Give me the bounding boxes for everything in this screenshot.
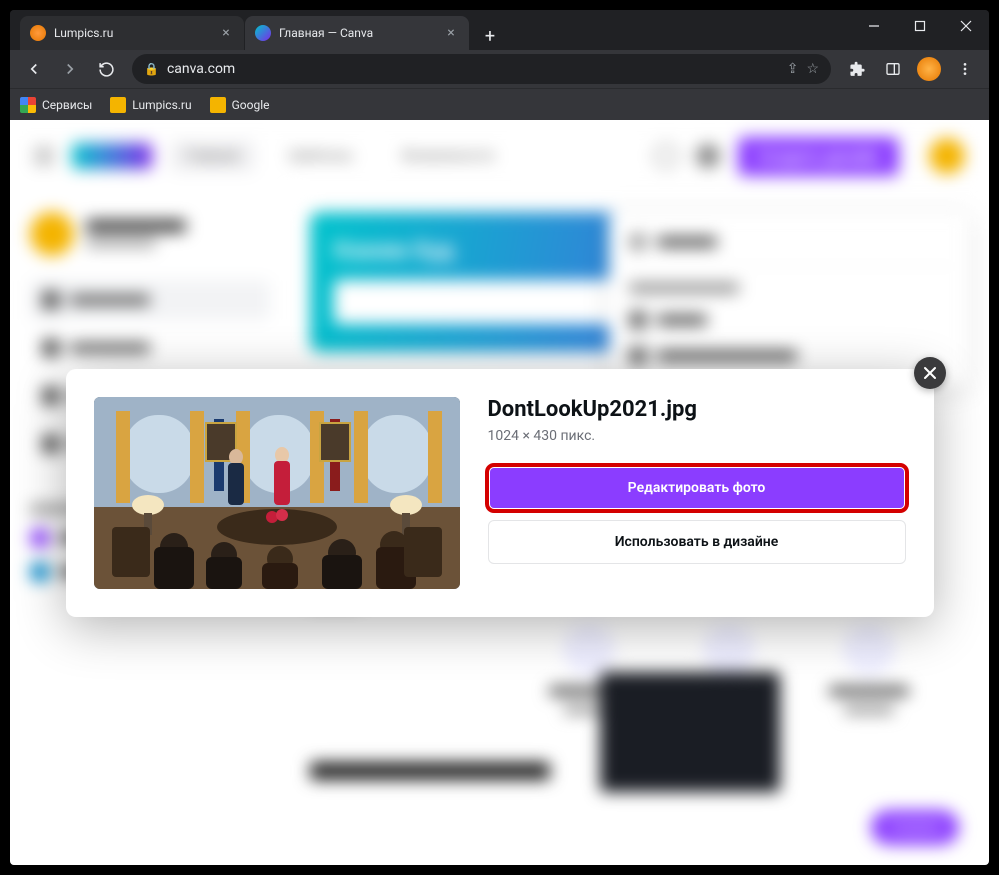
favicon-canva xyxy=(255,25,271,41)
back-button[interactable] xyxy=(18,53,50,85)
bookmark-services[interactable]: Сервисы xyxy=(20,97,92,113)
profile-avatar[interactable] xyxy=(913,53,945,85)
tab-strip: Lumpics.ru × Главная — Canva × + xyxy=(10,10,851,50)
lock-icon: 🔒 xyxy=(144,62,159,76)
modal-overlay: DontLookUp2021.jpg 1024 × 430 пикс. Реда… xyxy=(10,120,989,865)
modal-close-button[interactable] xyxy=(914,357,946,389)
reload-button[interactable] xyxy=(90,53,122,85)
browser-titlebar: Lumpics.ru × Главная — Canva × + xyxy=(10,10,989,50)
folder-icon xyxy=(210,97,226,113)
file-name: DontLookUp2021.jpg xyxy=(488,397,906,422)
bookmark-star-icon[interactable]: ☆ xyxy=(806,61,819,77)
tab-title: Главная — Canva xyxy=(279,26,443,40)
folder-icon xyxy=(110,97,126,113)
window-close-button[interactable] xyxy=(943,10,989,42)
edit-photo-button[interactable]: Редактировать фото xyxy=(488,466,906,510)
bookmark-label: Lumpics.ru xyxy=(132,98,191,112)
browser-toolbar: 🔒 canva.com ⇪ ☆ xyxy=(10,50,989,88)
tab-title: Lumpics.ru xyxy=(54,26,218,40)
tab-lumpics[interactable]: Lumpics.ru × xyxy=(20,16,244,50)
new-tab-button[interactable]: + xyxy=(476,22,504,50)
bookmark-lumpics[interactable]: Lumpics.ru xyxy=(110,97,191,113)
window-controls xyxy=(851,10,989,50)
close-icon[interactable]: × xyxy=(443,25,459,41)
close-icon[interactable]: × xyxy=(218,25,234,41)
favicon-lumpics xyxy=(30,25,46,41)
maximize-button[interactable] xyxy=(897,10,943,42)
sidepanel-icon[interactable] xyxy=(877,53,909,85)
apps-icon xyxy=(20,97,36,113)
extensions-icon[interactable] xyxy=(841,53,873,85)
address-bar[interactable]: 🔒 canva.com ⇪ ☆ xyxy=(132,54,831,84)
bookmark-google[interactable]: Google xyxy=(210,97,270,113)
forward-button[interactable] xyxy=(54,53,86,85)
bookmark-label: Google xyxy=(232,98,270,112)
modal-info: DontLookUp2021.jpg 1024 × 430 пикс. Реда… xyxy=(488,397,906,589)
tab-canva[interactable]: Главная — Canva × xyxy=(245,16,469,50)
bookmark-label: Сервисы xyxy=(42,98,92,112)
file-dimensions: 1024 × 430 пикс. xyxy=(488,428,906,444)
use-in-design-button[interactable]: Использовать в дизайне xyxy=(488,520,906,564)
menu-icon[interactable] xyxy=(949,53,981,85)
image-preview xyxy=(94,397,460,589)
minimize-button[interactable] xyxy=(851,10,897,42)
page-content: Главная Шаблоны Возможности Создать диза… xyxy=(10,120,989,865)
share-icon[interactable]: ⇪ xyxy=(787,61,799,77)
url-text: canva.com xyxy=(167,61,779,77)
bookmarks-bar: Сервисы Lumpics.ru Google xyxy=(10,88,989,120)
upload-preview-modal: DontLookUp2021.jpg 1024 × 430 пикс. Реда… xyxy=(66,369,934,617)
